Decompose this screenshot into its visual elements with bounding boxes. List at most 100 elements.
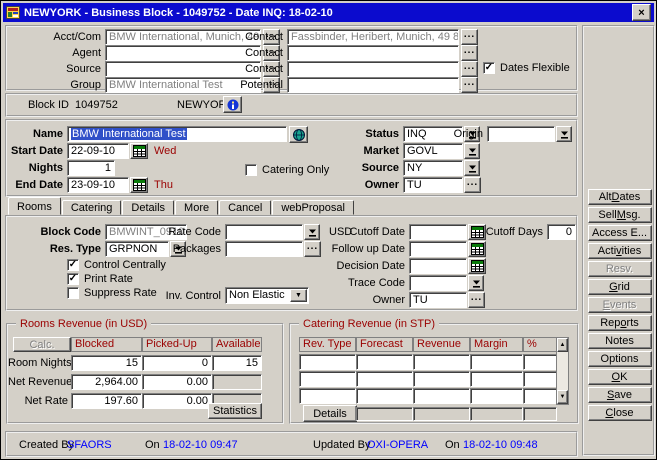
account-section: Acct/Com BMW International, Munich, 49 8… (5, 25, 578, 91)
action-button-ok[interactable]: OK (588, 369, 652, 385)
cutoff-date-field[interactable] (409, 224, 467, 240)
start-day-text: Wed (154, 145, 176, 157)
cell-net-revenue-picked: 0.00 (142, 374, 212, 390)
scroll-down-icon[interactable]: ▼ (557, 390, 568, 404)
scroll-up-icon[interactable]: ▲ (557, 338, 568, 352)
start-date-calendar-button[interactable] (130, 143, 148, 159)
row-label: Room Nights (8, 357, 68, 369)
catering-total-cell (413, 407, 470, 421)
column-header: Rev. Type (299, 337, 356, 352)
trace-code-field[interactable] (409, 275, 467, 291)
tab-details[interactable]: Details (122, 200, 174, 215)
ellipsis-icon: ... (464, 31, 475, 43)
updated-on-value: 18-02-10 09:48 (463, 439, 538, 451)
dates-flexible-checkbox[interactable]: ✓ Dates Flexible (483, 62, 570, 74)
follow-up-calendar-button[interactable] (468, 241, 486, 257)
close-button[interactable]: × (632, 4, 651, 21)
inv-control-combo[interactable]: Non Elastic ▼ (225, 287, 309, 304)
control-centrally-label: Control Centrally (84, 259, 166, 271)
contact3-field[interactable] (287, 61, 459, 77)
cell-room-nights-blocked: 15 (71, 355, 142, 371)
tab-more[interactable]: More (175, 200, 218, 215)
packages-field[interactable] (225, 241, 303, 257)
rooms-revenue-title: Rooms Revenue (in USD) (16, 318, 151, 330)
property-info-button[interactable] (223, 96, 242, 113)
action-button-close[interactable]: Close (588, 405, 652, 421)
nights-field[interactable]: 1 (67, 160, 115, 176)
contact2-label: Contact (207, 47, 283, 59)
ellipsis-icon: ... (467, 179, 478, 191)
end-date-calendar-button[interactable] (130, 177, 148, 193)
tab-webproposal[interactable]: webProposal (272, 200, 354, 215)
action-panel: Alt Dates Sell Msg. Access E... Activities R… (582, 25, 655, 456)
decision-date-field[interactable] (409, 258, 467, 274)
action-button-activities[interactable]: Activities (588, 243, 652, 259)
action-button-sell-msg[interactable]: Sell Msg. (588, 207, 652, 223)
market-label: Market (343, 145, 399, 157)
name-field[interactable]: BMW International Test (67, 126, 287, 142)
end-date-field[interactable]: 23-09-10 (67, 177, 129, 193)
column-header: % (523, 337, 557, 352)
details-button[interactable]: Details (303, 405, 357, 422)
agent-label: Agent (7, 47, 101, 59)
checkbox-check-icon: ✓ (67, 259, 79, 271)
cutoff-days-field[interactable]: 0 (547, 224, 576, 240)
market-lov-button[interactable] (464, 143, 480, 159)
contact1-field[interactable]: Fassbinder, Heribert, Munich, 49 8 125 (287, 29, 459, 45)
source2-label: Source (343, 162, 399, 174)
control-centrally-checkbox[interactable]: ✓ Control Centrally (67, 259, 166, 271)
trace-code-lov-button[interactable] (468, 275, 484, 291)
tab-owner-field[interactable]: TU (409, 292, 467, 308)
action-button-notes[interactable]: Notes (588, 333, 652, 349)
ellipsis-icon: ... (464, 63, 475, 75)
created-by-label: Created By (19, 439, 74, 451)
acct-com-label: Acct/Com (7, 31, 101, 43)
column-header: Picked-Up (142, 337, 212, 352)
rate-code-field[interactable] (225, 224, 303, 240)
calendar-icon (471, 260, 484, 272)
contact1-lookup-button[interactable]: ... (461, 29, 478, 45)
catering-scrollbar[interactable]: ▲ ▼ (556, 337, 569, 405)
owner-field[interactable]: TU (403, 177, 463, 193)
origin-lov-button[interactable] (556, 126, 572, 142)
potential-lookup-button[interactable]: ... (461, 77, 478, 93)
owner-lookup-button[interactable]: ... (464, 177, 481, 193)
tab-catering[interactable]: Catering (62, 200, 122, 215)
potential-label: Potential (207, 79, 283, 91)
source2-field[interactable]: NY (403, 160, 463, 176)
cell-net-rate-blocked: 197.60 (71, 393, 142, 409)
translate-button[interactable] (289, 126, 308, 143)
tab-rooms[interactable]: Rooms (8, 197, 61, 215)
contact3-lookup-button[interactable]: ... (461, 61, 478, 77)
checkbox-check-icon: ✓ (67, 273, 79, 285)
contact2-field[interactable] (287, 45, 459, 61)
decision-calendar-button[interactable] (468, 258, 486, 274)
checkbox-unchecked (245, 164, 257, 176)
print-rate-checkbox[interactable]: ✓ Print Rate (67, 273, 133, 285)
statistics-button[interactable]: Statistics (208, 403, 262, 419)
source-lov-button[interactable] (464, 160, 480, 176)
start-date-label: Start Date (7, 145, 63, 157)
catering-empty-cell (470, 354, 523, 370)
action-button-options[interactable]: Options (588, 351, 652, 367)
action-button-access-e[interactable]: Access E... (588, 225, 652, 241)
catering-only-checkbox[interactable]: Catering Only (245, 164, 329, 176)
action-button-reports[interactable]: Reports (588, 315, 652, 331)
catering-total-cell (523, 407, 557, 421)
calc-button: Calc. (13, 337, 71, 352)
created-on-value: 18-02-10 09:47 (163, 439, 238, 451)
potential-field[interactable] (287, 77, 459, 93)
action-button-alt-dates[interactable]: Alt Dates (588, 189, 652, 205)
action-button-grid[interactable]: Grid (588, 279, 652, 295)
tab-cancel[interactable]: Cancel (219, 200, 271, 215)
follow-up-date-field[interactable] (409, 241, 467, 257)
start-date-field[interactable]: 22-09-10 (67, 143, 129, 159)
cutoff-date-calendar-button[interactable] (468, 224, 486, 240)
origin-field[interactable] (487, 126, 555, 142)
calendar-icon (471, 226, 484, 238)
tab-owner-lookup-button[interactable]: ... (468, 292, 485, 308)
market-field[interactable]: GOVL (403, 143, 463, 159)
contact2-lookup-button[interactable]: ... (461, 45, 478, 61)
catering-empty-cell (413, 371, 470, 387)
action-button-save[interactable]: Save (588, 387, 652, 403)
